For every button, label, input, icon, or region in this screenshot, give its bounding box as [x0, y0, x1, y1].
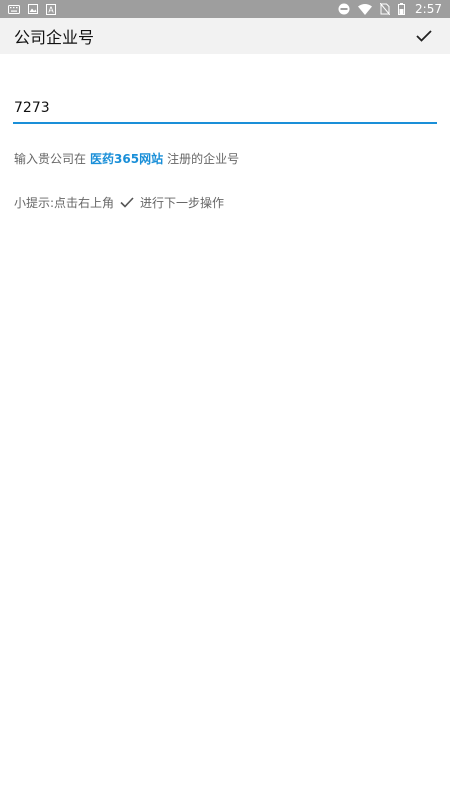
hint-prefix: 输入贵公司在	[14, 152, 87, 166]
svg-text:A: A	[48, 5, 54, 14]
hint-text: 输入贵公司在 医药365网站 注册的企业号	[14, 150, 239, 167]
confirm-button[interactable]	[410, 22, 438, 50]
company-id-input[interactable]	[13, 94, 437, 122]
status-bar: A 2:57	[0, 0, 450, 18]
tip-prefix: 小提示:点击右上角	[14, 196, 115, 210]
tip-check-icon	[120, 197, 134, 208]
dnd-icon	[338, 3, 350, 15]
keyboard-icon	[8, 4, 20, 14]
font-app-icon: A	[46, 3, 56, 15]
tip-suffix: 进行下一步操作	[140, 196, 225, 210]
status-left-icons: A	[8, 3, 56, 15]
status-right-icons: 2:57	[338, 2, 442, 16]
wifi-icon	[358, 3, 373, 15]
battery-icon	[398, 3, 406, 15]
check-icon	[416, 30, 432, 42]
status-time: 2:57	[415, 2, 442, 16]
tip-text: 小提示:点击右上角 进行下一步操作	[14, 194, 224, 211]
app-bar: 公司企业号	[0, 18, 450, 54]
hint-suffix: 注册的企业号	[167, 152, 240, 166]
company-id-field	[13, 94, 437, 124]
no-sim-icon	[380, 3, 391, 15]
image-icon	[28, 4, 38, 14]
page-title: 公司企业号	[14, 28, 95, 47]
brand-name: 医药365网站	[90, 152, 164, 166]
